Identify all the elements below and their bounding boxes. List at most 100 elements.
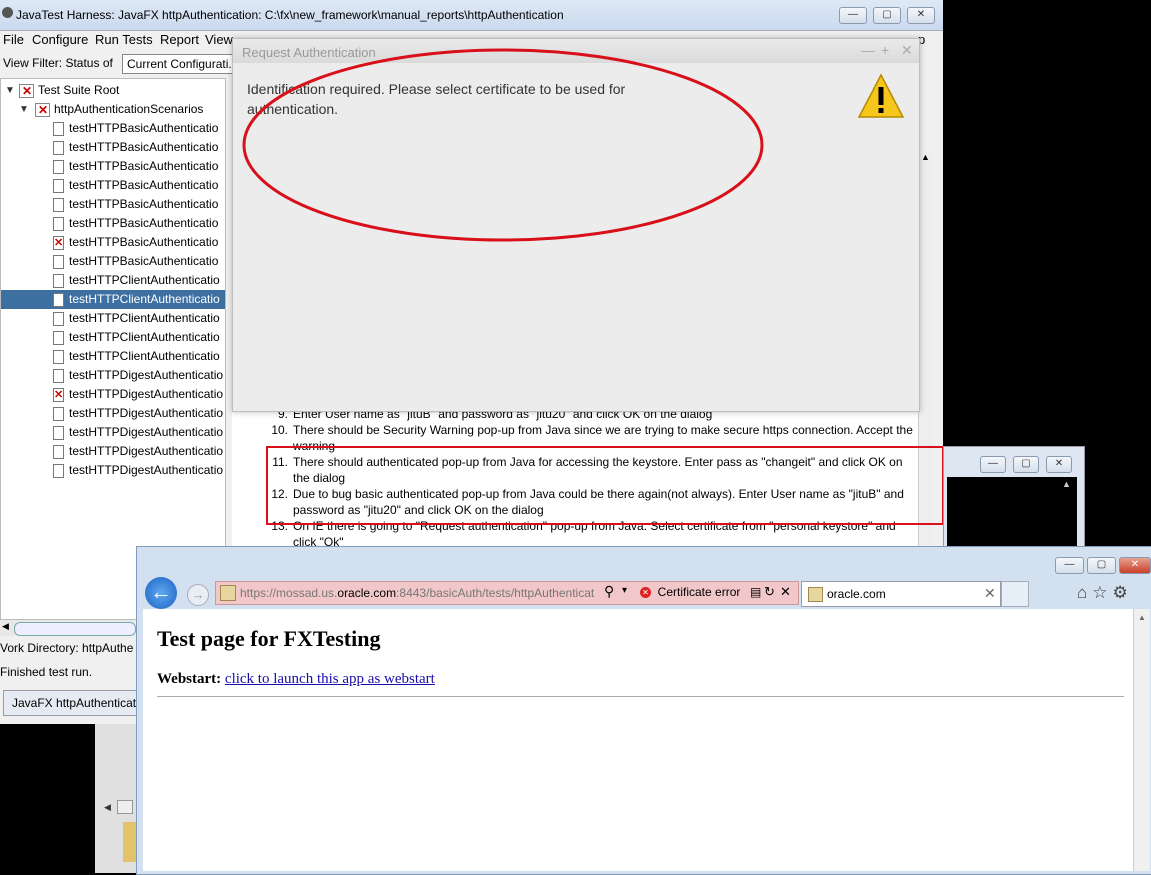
app-icon — [2, 7, 13, 18]
tree-test-item[interactable]: testHTTPClientAuthenticatio — [1, 290, 225, 309]
divider — [157, 696, 1124, 697]
back-button[interactable]: ← — [145, 577, 177, 609]
tree-test-item[interactable]: testHTTPBasicAuthenticatio — [1, 138, 225, 157]
tree-test-label: testHTTPDigestAuthenticatio — [69, 425, 224, 439]
menu-report[interactable]: Report — [160, 32, 199, 47]
tree-test-item[interactable]: testHTTPClientAuthenticatio — [1, 347, 225, 366]
tree-test-label: testHTTPBasicAuthenticatio — [69, 216, 219, 230]
tree-test-item[interactable]: testHTTPBasicAuthenticatio — [1, 176, 225, 195]
browser-toolbar-icons: ⌂☆⚙ — [1077, 583, 1133, 603]
tree-test-item[interactable]: testHTTPBasicAuthenticatio — [1, 157, 225, 176]
tree-test-item[interactable]: testHTTPBasicAuthenticatio — [1, 195, 225, 214]
tree-test-item[interactable]: testHTTPClientAuthenticatio — [1, 309, 225, 328]
tab-label: oracle.com — [827, 587, 886, 601]
tree-test-item[interactable]: testHTTPBasicAuthenticatio — [1, 233, 225, 253]
compat-view-icon[interactable]: ▤ — [750, 585, 761, 599]
tree-test-item[interactable]: testHTTPDigestAuthenticatio — [1, 404, 225, 423]
address-bar[interactable]: https://mossad.us.oracle.com:8443/basicA… — [215, 581, 799, 605]
tree-test-item[interactable]: testHTTPDigestAuthenticatio — [1, 461, 225, 480]
failed-folder-icon — [19, 82, 34, 101]
home-icon[interactable]: ⌂ — [1077, 583, 1092, 602]
tree-test-item[interactable]: testHTTPDigestAuthenticatio — [1, 442, 225, 461]
collapse-arrow-icon[interactable]: ▼ — [5, 81, 15, 100]
tree-test-label: testHTTPBasicAuthenticatio — [69, 178, 219, 192]
javatest-titlebar: JavaTest Harness: JavaFX httpAuthenticat… — [0, 0, 943, 31]
close-button[interactable]: ✕ — [1046, 456, 1072, 473]
certificate-error[interactable]: ✕ Certificate error — [640, 585, 740, 599]
search-icon[interactable]: ⚲ — [604, 583, 614, 600]
scroll-left-icon[interactable]: ◀ — [2, 621, 9, 632]
test-file-icon — [53, 179, 64, 193]
scroll-left-icon[interactable]: ◀ — [104, 802, 111, 813]
maximize-button[interactable]: ▢ — [1087, 557, 1116, 574]
window-title: JavaTest Harness: JavaFX httpAuthenticat… — [16, 8, 564, 22]
tree-test-item[interactable]: testHTTPBasicAuthenticatio — [1, 252, 225, 271]
scroll-thumb[interactable] — [14, 622, 136, 636]
view-filter-select[interactable]: Current Configurati... — [122, 54, 238, 74]
tree-horizontal-scrollbar[interactable]: ◀ — [0, 620, 136, 636]
tree-test-label: testHTTPDigestAuthenticatio — [69, 387, 224, 401]
page-content: Test page for FXTesting Webstart: click … — [143, 609, 1133, 871]
tree-test-label: testHTTPDigestAuthenticatio — [69, 406, 224, 420]
test-file-icon — [53, 426, 64, 440]
tree-test-item[interactable]: testHTTPBasicAuthenticatio — [1, 214, 225, 233]
tree-group[interactable]: ▼ httpAuthenticationScenarios — [1, 100, 225, 120]
tab-site-icon — [808, 587, 823, 602]
close-icon[interactable]: ✕ — [901, 42, 913, 59]
maximize-button[interactable]: ▢ — [873, 7, 901, 24]
annotation-rectangle — [266, 446, 944, 525]
small-window-content — [947, 477, 1077, 547]
black-area — [0, 724, 95, 873]
browser-tab[interactable]: oracle.com ✕ — [801, 581, 1001, 607]
close-button[interactable]: ✕ — [907, 7, 935, 24]
small-window: — ▢ ✕ ▲ — [943, 446, 1085, 548]
tree-test-item[interactable]: testHTTPBasicAuthenticatio — [1, 119, 225, 138]
tree-test-label: testHTTPBasicAuthenticatio — [69, 140, 219, 154]
menu-file[interactable]: File — [3, 32, 24, 47]
page-vertical-scrollbar[interactable]: ▲ — [1133, 609, 1150, 871]
tree-root[interactable]: ▼ Test Suite Root — [1, 81, 225, 101]
new-tab-button[interactable] — [1001, 581, 1029, 607]
refresh-icon[interactable]: ↻ — [764, 584, 775, 600]
status-text: Finished test run. — [0, 665, 93, 679]
favorites-icon[interactable]: ☆ — [1092, 583, 1112, 602]
scroll-up-icon[interactable]: ▲ — [1138, 613, 1146, 622]
tree-test-item[interactable]: testHTTPDigestAuthenticatio — [1, 366, 225, 385]
scroll-thumb[interactable] — [117, 800, 133, 814]
tree-test-label: testHTTPDigestAuthenticatio — [69, 463, 224, 477]
address-url[interactable]: https://mossad.us.oracle.com:8443/basicA… — [240, 586, 594, 600]
minimize-icon[interactable]: — — [861, 42, 875, 58]
webstart-line: Webstart: click to launch this app as we… — [157, 671, 435, 688]
browser-window: — ▢ ✕ ← → https://mossad.us.oracle.com:8… — [136, 546, 1151, 875]
stop-icon[interactable]: ✕ — [780, 584, 791, 600]
webstart-link[interactable]: click to launch this app as webstart — [225, 671, 435, 687]
menu-view[interactable]: View — [205, 32, 233, 47]
tree-test-item[interactable]: testHTTPClientAuthenticatio — [1, 328, 225, 347]
site-icon — [220, 585, 236, 601]
close-button[interactable]: ✕ — [1119, 557, 1151, 574]
gear-icon[interactable]: ⚙ — [1113, 583, 1133, 602]
forward-button[interactable]: → — [187, 584, 209, 606]
menu-run-tests[interactable]: Run Tests — [95, 32, 153, 47]
taskbar-javafx-button[interactable]: JavaFX httpAuthenticati — [3, 690, 146, 716]
tree-test-item[interactable]: testHTTPClientAuthenticatio — [1, 271, 225, 290]
tree-test-label: testHTTPClientAuthenticatio — [69, 311, 220, 325]
close-tab-icon[interactable]: ✕ — [984, 585, 996, 602]
scroll-up-icon[interactable]: ▲ — [921, 152, 930, 162]
background-window-fragment: ◀ — [95, 724, 137, 873]
tree-test-label: testHTTPClientAuthenticatio — [69, 330, 220, 344]
tree-test-item[interactable]: testHTTPDigestAuthenticatio — [1, 385, 225, 405]
menu-configure[interactable]: Configure — [32, 32, 88, 47]
scroll-up-icon[interactable]: ▲ — [1062, 479, 1071, 489]
maximize-button[interactable]: ▢ — [1013, 456, 1039, 473]
test-file-icon — [53, 198, 64, 212]
annotation-ellipse — [242, 48, 764, 242]
dropdown-arrow-icon[interactable]: ▾ — [622, 585, 627, 596]
maximize-icon[interactable]: + — [881, 42, 889, 58]
minimize-button[interactable]: — — [1055, 557, 1084, 574]
tree-test-item[interactable]: testHTTPDigestAuthenticatio — [1, 423, 225, 442]
collapse-arrow-icon[interactable]: ▼ — [19, 100, 29, 119]
tree-test-label: testHTTPDigestAuthenticatio — [69, 444, 224, 458]
minimize-button[interactable]: — — [839, 7, 867, 24]
minimize-button[interactable]: — — [980, 456, 1006, 473]
